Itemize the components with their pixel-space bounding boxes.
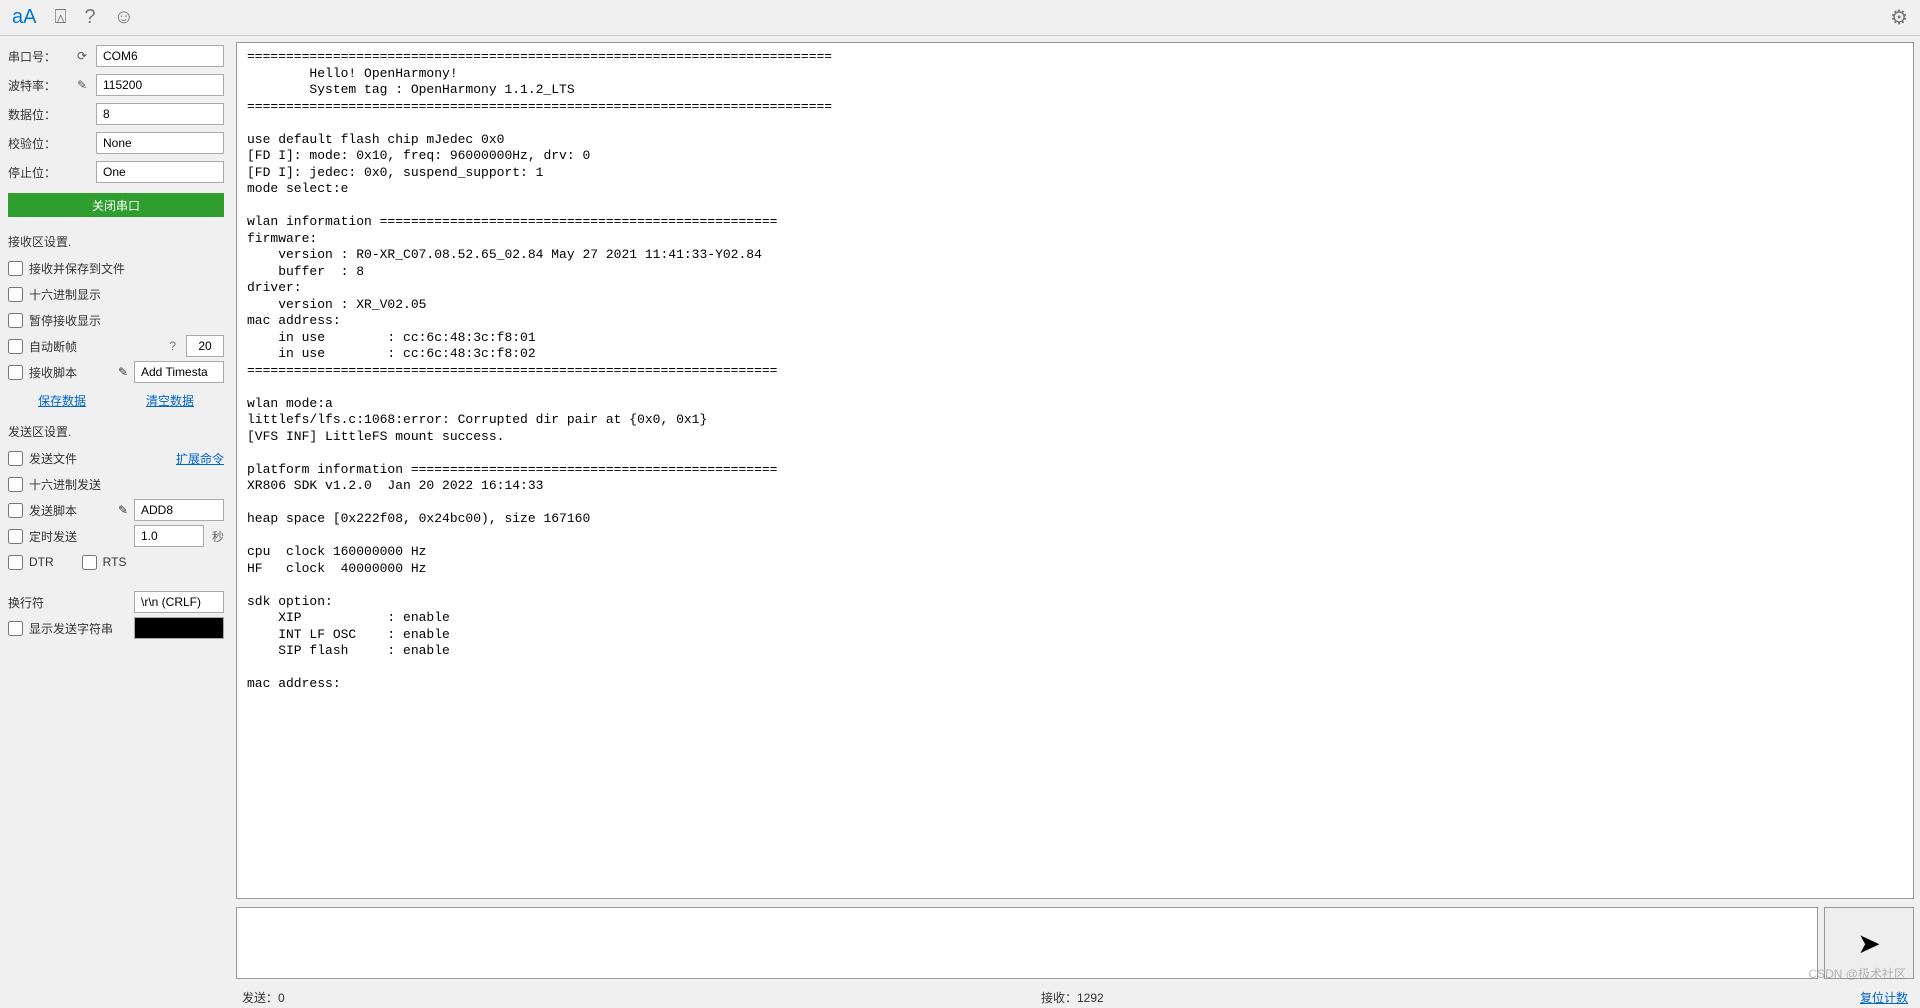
recv-hex-label: 十六进制显示 <box>29 286 101 303</box>
databits-label: 数据位： <box>8 106 68 123</box>
timed-send-input[interactable] <box>134 525 204 547</box>
emoji-icon[interactable]: ☺ <box>114 6 134 29</box>
databits-row: 数据位： 8 <box>8 102 224 126</box>
parity-row: 校验位： None <box>8 131 224 155</box>
stopbits-row: 停止位： One <box>8 160 224 184</box>
timed-send-label: 定时发送 <box>29 528 77 545</box>
send-input[interactable] <box>236 907 1818 979</box>
send-count-label: 发送：0 <box>242 989 285 1006</box>
port-select[interactable]: COM6 <box>96 45 224 67</box>
right-panel: ========================================… <box>232 36 1920 1008</box>
auto-break-checkbox[interactable] <box>8 339 23 354</box>
recv-pause-checkbox[interactable] <box>8 313 23 328</box>
auto-break-input[interactable] <box>186 335 224 357</box>
baud-edit-icon[interactable]: ✎ <box>74 78 90 92</box>
save-data-link[interactable]: 保存数据 <box>38 392 86 409</box>
auto-break-help-icon[interactable]: ? <box>169 339 176 353</box>
baud-row: 波特率： ✎ 115200 <box>8 73 224 97</box>
gear-icon[interactable]: ⚙ <box>1890 5 1908 30</box>
main: 串口号： ⟳ COM6 波特率： ✎ 115200 数据位： 8 校验位： No… <box>0 36 1920 1008</box>
send-script-label: 发送脚本 <box>29 502 77 519</box>
newline-select[interactable]: \r\n (CRLF) <box>134 591 224 613</box>
recv-section-title: 接收区设置. <box>8 233 224 250</box>
parity-label: 校验位： <box>8 135 68 152</box>
rts-checkbox[interactable] <box>82 555 97 570</box>
auto-break-label: 自动断帧 <box>29 338 77 355</box>
reset-count-link[interactable]: 复位计数 <box>1860 989 1908 1006</box>
timed-send-checkbox[interactable] <box>8 529 23 544</box>
send-area: ➤ <box>236 907 1914 979</box>
refresh-icon[interactable]: ⟳ <box>74 49 90 63</box>
baud-select[interactable]: 115200 <box>96 74 224 96</box>
stopbits-label: 停止位： <box>8 164 68 181</box>
send-file-label: 发送文件 <box>29 450 77 467</box>
port-row: 串口号： ⟳ COM6 <box>8 44 224 68</box>
recv-save-file-checkbox[interactable] <box>8 261 23 276</box>
extend-cmd-link[interactable]: 扩展命令 <box>176 450 224 467</box>
dtr-checkbox[interactable] <box>8 555 23 570</box>
watermark: CSDN @极术社区 <box>1808 965 1906 982</box>
hex-send-checkbox[interactable] <box>8 477 23 492</box>
dtr-label: DTR <box>29 555 54 569</box>
top-toolbar: aA ⍓ ? ☺ ⚙ <box>0 0 1920 36</box>
newline-label: 换行符 <box>8 594 68 611</box>
recv-pause-label: 暂停接收显示 <box>29 312 101 329</box>
baud-label: 波特率： <box>8 77 68 94</box>
send-script-select[interactable]: ADD8 <box>134 499 224 521</box>
font-icon[interactable]: aA <box>12 6 36 29</box>
send-section-title: 发送区设置. <box>8 423 224 440</box>
clear-data-link[interactable]: 清空数据 <box>146 392 194 409</box>
status-bar: 发送：0 接收：1292 复位计数 <box>236 987 1914 1008</box>
send-script-edit-icon[interactable]: ✎ <box>118 503 128 517</box>
parity-select[interactable]: None <box>96 132 224 154</box>
recv-script-select[interactable]: Add Timesta <box>134 361 224 383</box>
timed-unit: 秒 <box>212 528 224 545</box>
terminal-output[interactable]: ========================================… <box>236 42 1914 899</box>
sidebar: 串口号： ⟳ COM6 波特率： ✎ 115200 数据位： 8 校验位： No… <box>0 36 232 1008</box>
close-port-button[interactable]: 关闭串口 <box>8 193 224 217</box>
recv-hex-checkbox[interactable] <box>8 287 23 302</box>
rts-label: RTS <box>103 555 127 569</box>
help-icon[interactable]: ? <box>84 6 95 29</box>
stopbits-select[interactable]: One <box>96 161 224 183</box>
image-icon[interactable]: ⍓ <box>54 6 66 29</box>
show-send-str-checkbox[interactable] <box>8 621 23 636</box>
recv-script-checkbox[interactable] <box>8 365 23 380</box>
hex-send-label: 十六进制发送 <box>29 476 101 493</box>
show-send-str-label: 显示发送字符串 <box>29 620 113 637</box>
send-script-checkbox[interactable] <box>8 503 23 518</box>
recv-count-label: 接收：1292 <box>1041 989 1104 1006</box>
send-file-checkbox[interactable] <box>8 451 23 466</box>
recv-save-file-label: 接收并保存到文件 <box>29 260 125 277</box>
databits-select[interactable]: 8 <box>96 103 224 125</box>
color-select[interactable] <box>134 617 224 639</box>
port-label: 串口号： <box>8 48 68 65</box>
recv-script-label: 接收脚本 <box>29 364 77 381</box>
recv-script-edit-icon[interactable]: ✎ <box>118 365 128 379</box>
